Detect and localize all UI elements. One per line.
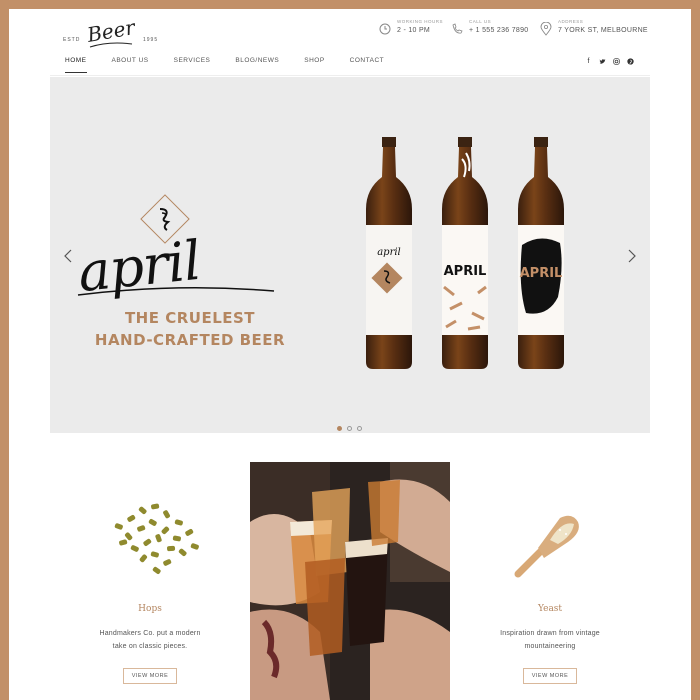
hero-tagline-line2: HAND-CRAFTED BEER xyxy=(94,331,286,349)
bottle-2-label: APRIL xyxy=(444,264,487,279)
instagram-icon[interactable] xyxy=(613,58,620,67)
call-us: CALL US + 1 555 236 7890 xyxy=(451,19,529,36)
feature-hops-desc-line1: Handmakers Co. put a modern xyxy=(99,630,201,637)
feature-yeast-description: Inspiration drawn from vintage mountaine… xyxy=(450,627,650,653)
site-header: ESTD Beer 1995 WORKING HOURS 2 - 10 PM C… xyxy=(9,9,691,55)
bottle-2: APRIL xyxy=(442,137,488,369)
script-underline-icon xyxy=(77,287,275,296)
address: ADDRESS 7 YORK ST, MELBOURNE xyxy=(540,19,648,36)
nav-home[interactable]: HOME xyxy=(65,57,87,73)
facebook-icon[interactable]: f xyxy=(585,58,592,67)
bottle-3: APRIL xyxy=(518,137,564,369)
nav-shop[interactable]: SHOP xyxy=(304,57,324,73)
slider-dot-2[interactable] xyxy=(347,426,352,431)
nav-divider xyxy=(50,75,650,76)
slider-pagination xyxy=(337,426,362,431)
twitter-icon[interactable] xyxy=(599,58,606,67)
slider-next-arrow-icon[interactable] xyxy=(626,248,638,264)
hops-view-more-button[interactable]: VIEW MORE xyxy=(123,668,177,684)
yeast-scoop-image xyxy=(514,515,579,578)
hops-pellets-image xyxy=(114,503,199,574)
hours-value: 2 - 10 PM xyxy=(397,27,431,34)
working-hours: WORKING HOURS 2 - 10 PM xyxy=(379,19,443,36)
pinterest-icon[interactable] xyxy=(627,58,634,67)
address-value: 7 YORK ST, MELBOURNE xyxy=(558,27,648,34)
nav-about-us[interactable]: ABOUT US xyxy=(112,57,149,73)
slider-dot-3[interactable] xyxy=(357,426,362,431)
feature-hops-title: Hops xyxy=(138,604,162,614)
hours-label: WORKING HOURS xyxy=(397,19,444,24)
feature-hops-desc-line2: take on classic pieces. xyxy=(112,643,188,650)
hero-tagline-line1: THE CRUELEST xyxy=(124,309,256,327)
phone-icon xyxy=(452,23,463,34)
social-links: f xyxy=(585,58,634,67)
hero-slider: april THE CRUELEST HAND-CRAFTED BEER apr… xyxy=(50,77,650,433)
logo[interactable]: ESTD Beer 1995 xyxy=(63,15,163,53)
logo-swash-icon xyxy=(89,42,133,48)
nav-blog-news[interactable]: BLOG/NEWS xyxy=(235,57,279,73)
slider-dot-1[interactable] xyxy=(337,426,342,431)
phone-value[interactable]: + 1 555 236 7890 xyxy=(469,27,529,34)
nav-contact[interactable]: CONTACT xyxy=(350,57,384,73)
nav-services[interactable]: SERVICES xyxy=(174,57,211,73)
address-label: ADDRESS xyxy=(558,19,584,24)
feature-hops-description: Handmakers Co. put a modern take on clas… xyxy=(50,627,250,653)
feature-yeast-desc-line2: mountaineering xyxy=(524,643,576,650)
bottle-1: april xyxy=(366,137,412,369)
feature-yeast-desc-line1: Inspiration drawn from vintage xyxy=(500,630,600,637)
beer-bottles-image: april APRIL APRIL xyxy=(366,137,564,369)
cheers-photo xyxy=(250,462,450,700)
page: ESTD Beer 1995 WORKING HOURS 2 - 10 PM C… xyxy=(9,9,691,700)
phone-label: CALL US xyxy=(469,19,492,24)
location-pin-icon xyxy=(540,22,552,36)
cheers-image xyxy=(250,462,450,700)
bottle-1-label: april xyxy=(377,247,401,258)
yeast-view-more-button[interactable]: VIEW MORE xyxy=(523,668,577,684)
slider-prev-arrow-icon[interactable] xyxy=(62,248,74,264)
logo-est: ESTD xyxy=(63,37,81,43)
main-nav: HOME ABOUT US SERVICES BLOG/NEWS SHOP CO… xyxy=(65,57,409,73)
clock-icon xyxy=(379,23,391,35)
logo-year: 1995 xyxy=(143,37,159,43)
feature-yeast-title: Yeast xyxy=(537,604,563,614)
bottle-3-label: APRIL xyxy=(520,266,563,281)
